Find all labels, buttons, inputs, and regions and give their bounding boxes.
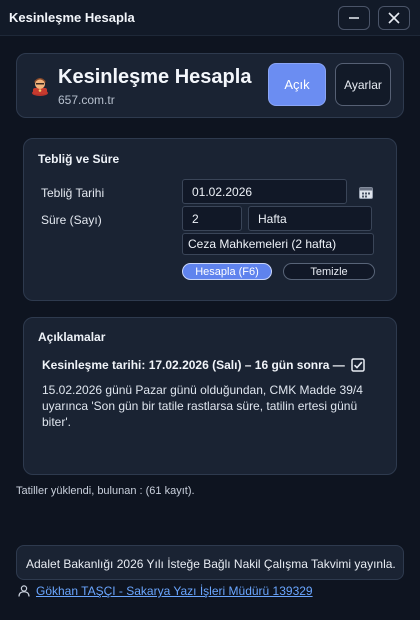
author-footer: Gökhan TAŞÇI - Sakarya Yazı İşleri Müdür…: [18, 584, 313, 598]
close-icon: [388, 12, 400, 24]
explanation-text: 15.02.2026 günü Pazar günü olduğundan, C…: [42, 383, 363, 429]
explanation-card: Açıklamalar Kesinleşme tarihi: 17.02.202…: [23, 317, 397, 475]
clear-button[interactable]: Temizle: [283, 263, 375, 280]
calculate-button[interactable]: Hesapla (F6): [182, 263, 272, 280]
open-button[interactable]: Açık: [268, 63, 326, 106]
calendar-icon: [359, 186, 373, 199]
window-title: Kesinleşme Hesapla: [9, 10, 135, 25]
notification-date-input[interactable]: 01.02.2026: [182, 179, 347, 204]
section-title-notification: Tebliğ ve Süre: [38, 152, 120, 166]
minimize-button[interactable]: [338, 6, 370, 30]
app-title: Kesinleşme Hesapla: [58, 66, 252, 88]
user-icon: [18, 585, 30, 597]
settings-button[interactable]: Ayarlar: [335, 63, 391, 106]
status-text: Tatiller yüklendi, bulunan : (61 kayıt).: [16, 485, 195, 497]
duration-label: Süre (Sayı): [41, 213, 102, 227]
minimize-icon: [349, 17, 359, 19]
result-text: Kesinleşme tarihi: 17.02.2026 (Salı) – 1…: [42, 358, 345, 372]
duration-unit-select[interactable]: Hafta: [248, 206, 372, 231]
close-button[interactable]: [378, 6, 410, 30]
section-title-explanation: Açıklamalar: [38, 330, 106, 344]
judge-avatar-icon: [31, 76, 49, 99]
news-text: Adalet Bakanlığı 2026 Yılı İsteğe Bağlı …: [26, 557, 396, 571]
court-type-select[interactable]: Ceza Mahkemeleri (2 hafta): [182, 233, 374, 255]
app-url: 657.com.tr: [58, 93, 115, 107]
calendar-button[interactable]: [355, 181, 377, 203]
author-link[interactable]: Gökhan TAŞÇI - Sakarya Yazı İşleri Müdür…: [36, 584, 313, 598]
notification-date-label: Tebliğ Tarihi: [41, 186, 105, 200]
app-header-card: Kesinleşme Hesapla 657.com.tr Açık Ayarl…: [16, 53, 404, 118]
notification-form-card: Tebliğ ve Süre Tebliğ Tarihi 01.02.2026 …: [23, 138, 397, 301]
result-line: Kesinleşme tarihi: 17.02.2026 (Salı) – 1…: [42, 358, 365, 372]
news-ticker[interactable]: Adalet Bakanlığı 2026 Yılı İsteğe Bağlı …: [16, 545, 404, 580]
duration-input[interactable]: 2: [182, 206, 242, 231]
checkbox-checked-icon: [351, 358, 365, 372]
window-titlebar: Kesinleşme Hesapla: [0, 0, 420, 36]
